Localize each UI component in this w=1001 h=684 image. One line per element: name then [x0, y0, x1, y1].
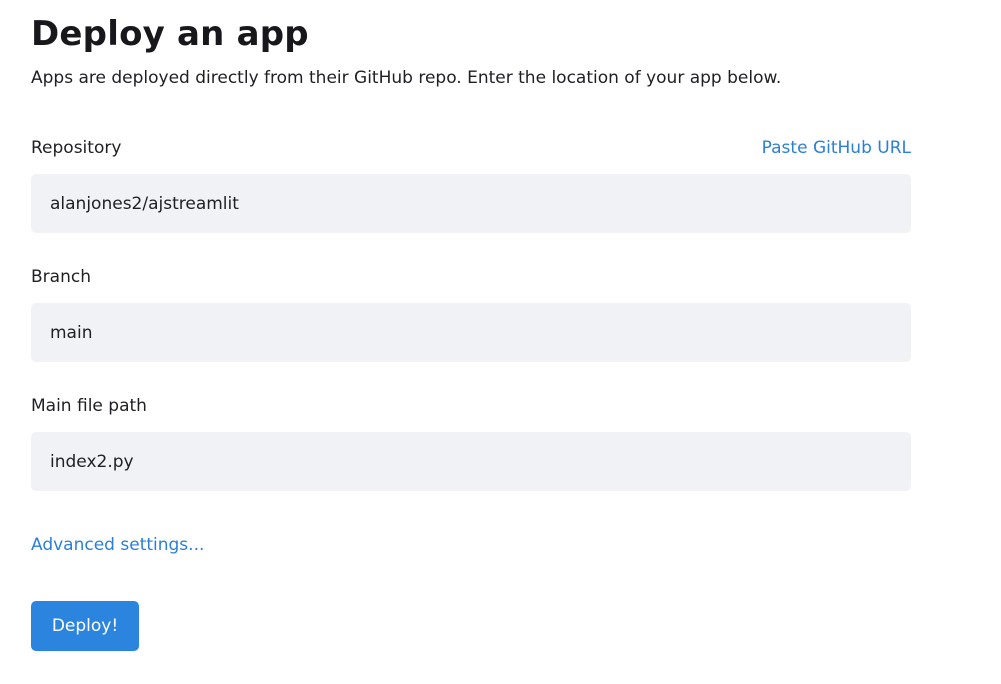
page-title: Deploy an app — [31, 14, 309, 54]
page-subtitle: Apps are deployed directly from their Gi… — [31, 68, 782, 88]
advanced-settings-link[interactable]: Advanced settings... — [31, 535, 204, 555]
branch-input[interactable] — [31, 303, 911, 362]
repository-input[interactable] — [31, 174, 911, 233]
deploy-button[interactable]: Deploy! — [31, 601, 139, 651]
repository-label: Repository — [31, 138, 122, 158]
main-file-path-input[interactable] — [31, 432, 911, 491]
main-file-path-label: Main file path — [31, 396, 147, 416]
paste-github-url-link[interactable]: Paste GitHub URL — [762, 138, 911, 158]
branch-label: Branch — [31, 267, 91, 287]
